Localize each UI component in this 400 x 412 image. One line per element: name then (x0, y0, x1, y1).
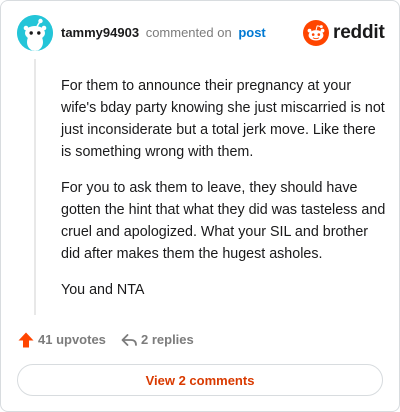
thread-line (34, 59, 36, 315)
comment-meta: tammy94903 commented on post (61, 25, 266, 40)
username-link[interactable]: tammy94903 (61, 25, 139, 40)
reddit-wordmark: reddit (333, 22, 385, 43)
snoo-avatar-icon[interactable] (17, 15, 53, 51)
reddit-alien-icon (303, 20, 329, 46)
comment-header: tammy94903 commented on post reddit (17, 15, 385, 55)
upvote-count: 41 upvotes (38, 332, 106, 347)
comment-paragraph: For you to ask them to leave, they shoul… (61, 180, 386, 262)
action-text: commented on (145, 25, 232, 40)
comment-body: For them to announce their pregnancy at … (61, 75, 389, 315)
comment-card: tammy94903 commented on post reddit For … (0, 0, 400, 412)
reply-arrow-icon[interactable] (120, 331, 138, 349)
post-link[interactable]: post (238, 25, 265, 40)
reply-count[interactable]: 2 replies (141, 332, 194, 347)
upvote-arrow-icon[interactable] (17, 331, 35, 349)
view-comments-button[interactable]: View 2 comments (17, 364, 383, 396)
comment-paragraph: For them to announce their pregnancy at … (61, 78, 385, 160)
comment-paragraph: You and NTA (61, 282, 145, 298)
reddit-logo[interactable]: reddit (303, 19, 385, 47)
